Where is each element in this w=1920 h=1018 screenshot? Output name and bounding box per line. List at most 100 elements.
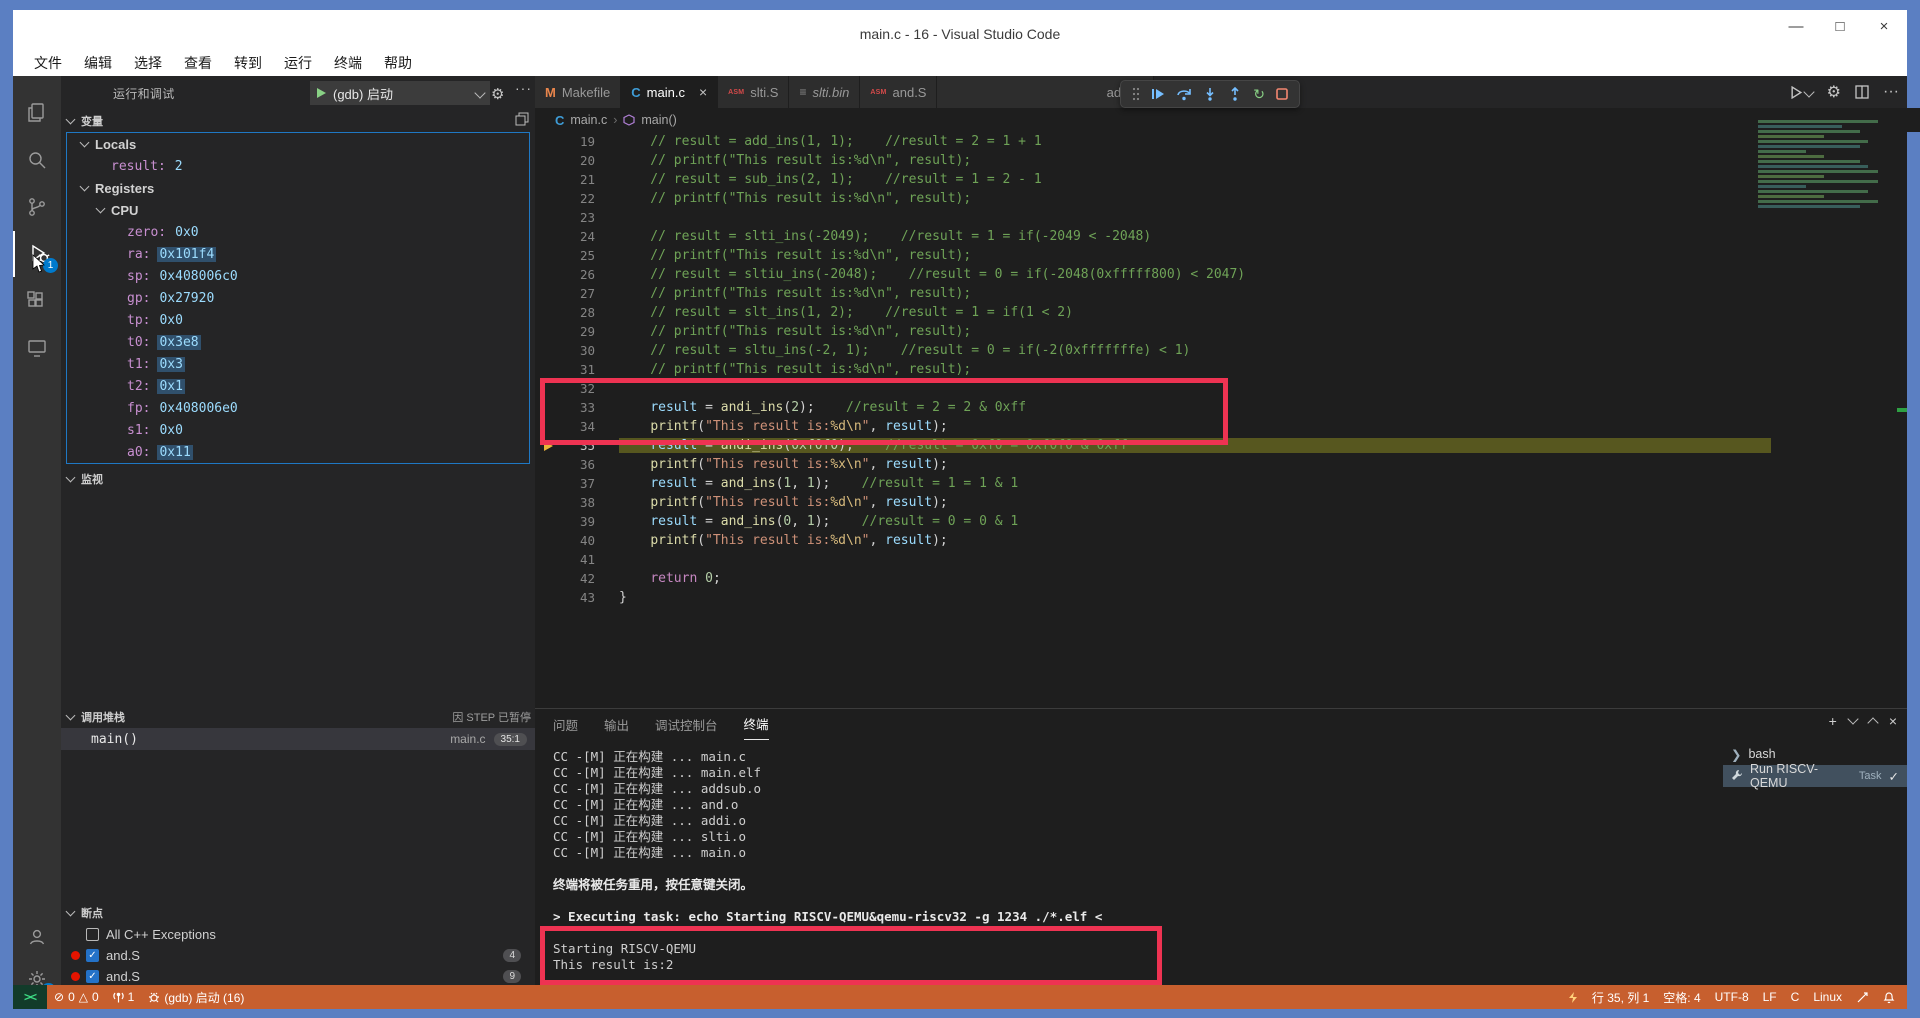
continue-icon[interactable]	[1151, 87, 1165, 101]
step-into-icon[interactable]	[1203, 87, 1217, 101]
code-line[interactable]: 23	[535, 208, 1907, 227]
toolbar-grip-icon[interactable]	[1132, 87, 1140, 101]
watch-section-header[interactable]: 监视	[61, 468, 541, 490]
code-line[interactable]: 33 result = andi_ins(2); //result = 2 = …	[535, 398, 1907, 417]
code-line[interactable]: 28 // result = slt_ins(1, 2); //result =…	[535, 303, 1907, 322]
language-status[interactable]: C	[1784, 985, 1807, 1009]
locals-group[interactable]: Locals	[67, 133, 529, 155]
editor-settings-gear-icon[interactable]: ⚙	[1827, 82, 1841, 102]
register-row[interactable]: a0:0x11	[67, 441, 529, 463]
menu-item[interactable]: 帮助	[375, 52, 421, 74]
source-control-icon[interactable]	[13, 184, 61, 230]
code-line[interactable]: 36 printf("This result is:%x\n", result)…	[535, 455, 1907, 474]
code-line[interactable]: 29 // printf("This result is:%d\n", resu…	[535, 322, 1907, 341]
editor-more-actions-icon[interactable]: ···	[1883, 83, 1899, 101]
code-line[interactable]: 20 // printf("This result is:%d\n", resu…	[535, 151, 1907, 170]
code-line[interactable]: 27 // printf("This result is:%d\n", resu…	[535, 284, 1907, 303]
tab-slti.bin[interactable]: ≡slti.bin	[789, 76, 860, 108]
tab-main.c[interactable]: Cmain.c×	[621, 76, 718, 108]
run-or-debug-button[interactable]	[1790, 86, 1813, 99]
search-icon[interactable]	[13, 137, 61, 183]
open-panel-icon[interactable]	[515, 112, 529, 126]
maximize-panel-icon[interactable]	[1867, 717, 1878, 728]
breakpoint-checkbox[interactable]: ✓	[86, 970, 99, 983]
breakpoint-row[interactable]: ✓and.S4	[61, 945, 535, 966]
restart-icon[interactable]: ↻	[1253, 87, 1265, 101]
problems-status[interactable]: ⊘0 △0	[47, 985, 106, 1009]
code-line[interactable]: 43}	[535, 588, 1907, 607]
maximize-button[interactable]: □	[1831, 18, 1849, 35]
code-line[interactable]: 37 result = and_ins(1, 1); //result = 1 …	[535, 474, 1907, 493]
code-line[interactable]: 34 printf("This result is:%d\n", result)…	[535, 417, 1907, 436]
terminal-session-Run RISCV-QEMU[interactable]: Run RISCV-QEMUTask✓	[1723, 765, 1907, 787]
notifications-bell-icon[interactable]	[1876, 985, 1907, 1009]
panel-tab-终端[interactable]: 终端	[744, 709, 769, 740]
breakpoints-section-header[interactable]: 断点	[61, 902, 541, 924]
breadcrumb[interactable]: C main.c › main()	[535, 108, 1920, 132]
tab-Makefile[interactable]: MMakefile	[535, 76, 621, 108]
code-line[interactable]: 26 // result = sltiu_ins(-2048); //resul…	[535, 265, 1907, 284]
call-stack-section-header[interactable]: 调用堆栈 因 STEP 已暂停	[61, 706, 541, 728]
code-line[interactable]: 31 // printf("This result is:%d\n", resu…	[535, 360, 1907, 379]
breadcrumb-symbol[interactable]: main()	[641, 113, 676, 127]
menu-item[interactable]: 编辑	[75, 52, 121, 74]
tab-and.S[interactable]: ASMand.S	[860, 76, 937, 108]
close-tab-icon[interactable]: ×	[699, 84, 707, 100]
launch-config-dropdown[interactable]: (gdb) 启动	[310, 81, 490, 105]
register-row[interactable]: s1:0x0	[67, 419, 529, 441]
stack-frame-row[interactable]: main() main.c 35:1	[61, 728, 535, 750]
minimap[interactable]	[1758, 118, 1878, 258]
register-row[interactable]: tp:0x0	[67, 309, 529, 331]
panel-tab-问题[interactable]: 问题	[553, 709, 578, 739]
code-line[interactable]: 39 result = and_ins(0, 1); //result = 0 …	[535, 512, 1907, 531]
menu-item[interactable]: 查看	[175, 52, 221, 74]
encoding-status[interactable]: UTF-8	[1708, 985, 1756, 1009]
os-status[interactable]: Linux	[1806, 985, 1849, 1009]
menu-item[interactable]: 文件	[25, 52, 71, 74]
remote-explorer-icon[interactable]	[13, 325, 61, 371]
register-row[interactable]: sp:0x408006c0	[67, 265, 529, 287]
code-line[interactable]: 30 // result = sltu_ins(-2, 1); //result…	[535, 341, 1907, 360]
eol-status[interactable]: LF	[1756, 985, 1784, 1009]
bolt-icon[interactable]	[1561, 985, 1585, 1009]
step-out-icon[interactable]	[1228, 87, 1242, 101]
minimize-button[interactable]: —	[1787, 18, 1805, 35]
breakpoint-checkbox[interactable]: ✓	[86, 949, 99, 962]
new-terminal-icon[interactable]: +	[1829, 713, 1837, 729]
extensions-icon[interactable]	[13, 278, 61, 324]
more-actions-icon[interactable]: ···	[515, 80, 532, 96]
variables-section-header[interactable]: 变量	[61, 110, 541, 132]
register-row[interactable]: gp:0x27920	[67, 287, 529, 309]
code-line[interactable]: 40 printf("This result is:%d\n", result)…	[535, 531, 1907, 550]
register-row[interactable]: t1:0x3	[67, 353, 529, 375]
split-editor-icon[interactable]	[1855, 85, 1869, 99]
code-line[interactable]: 32	[535, 379, 1907, 398]
code-line[interactable]: 25 // printf("This result is:%d\n", resu…	[535, 246, 1907, 265]
cpu-group[interactable]: CPU	[67, 199, 529, 221]
terminal-output[interactable]: CC -[M] 正在构建 ... main.cCC -[M] 正在构建 ... …	[553, 749, 1102, 973]
panel-tab-输出[interactable]: 输出	[604, 709, 629, 739]
local-variable-row[interactable]: result:2	[67, 155, 529, 177]
remote-indicator[interactable]: ><	[13, 985, 47, 1009]
close-panel-icon[interactable]: ×	[1889, 713, 1897, 729]
indentation-status[interactable]: 空格: 4	[1656, 985, 1707, 1009]
feedback-icon[interactable]	[1849, 985, 1876, 1009]
code-line[interactable]: 41	[535, 550, 1907, 569]
breakpoint-checkbox[interactable]	[86, 928, 99, 941]
step-over-icon[interactable]	[1176, 87, 1192, 101]
code-line[interactable]: 21 // result = sub_ins(2, 1); //result =…	[535, 170, 1907, 189]
register-row[interactable]: zero:0x0	[67, 221, 529, 243]
registers-group[interactable]: Registers	[67, 177, 529, 199]
register-row[interactable]: t0:0x3e8	[67, 331, 529, 353]
cursor-position-status[interactable]: 行 35, 列 1	[1585, 985, 1656, 1009]
menu-item[interactable]: 转到	[225, 52, 271, 74]
menu-item[interactable]: 运行	[275, 52, 321, 74]
register-row[interactable]: t2:0x1	[67, 375, 529, 397]
code-line[interactable]: 42 return 0;	[535, 569, 1907, 588]
stop-icon[interactable]	[1276, 88, 1288, 100]
menu-item[interactable]: 选择	[125, 52, 171, 74]
explorer-icon[interactable]	[13, 90, 61, 136]
breakpoint-row[interactable]: ✓and.S9	[61, 966, 535, 987]
tab-slti.S[interactable]: ASMslti.S	[718, 76, 789, 108]
terminal-dropdown-icon[interactable]	[1847, 713, 1858, 724]
